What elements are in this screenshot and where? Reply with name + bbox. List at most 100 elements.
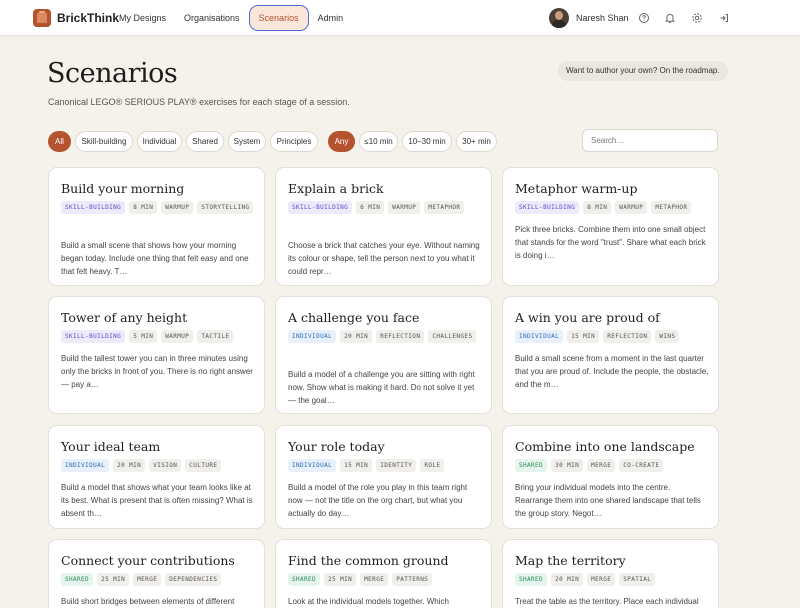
tag-badge: 8 MIN bbox=[583, 201, 612, 214]
card-description: Treat the table as the territory. Place … bbox=[515, 597, 699, 606]
bell-icon[interactable] bbox=[663, 11, 677, 25]
tag-badge: VISION bbox=[149, 459, 182, 472]
scenario-card[interactable]: Metaphor warm-up SKILL-BUILDING 8 MIN WARMU… bbox=[502, 167, 719, 286]
card-description: Build short bridges between elements of … bbox=[61, 597, 235, 606]
brand-home-link[interactable]: BrickThink bbox=[33, 9, 119, 27]
user-name: Naresh Shan bbox=[576, 13, 629, 23]
filter-shared[interactable]: Shared bbox=[186, 131, 224, 152]
category-badge: INDIVIDUAL bbox=[288, 330, 337, 343]
card-description: Look at the individual models together. … bbox=[288, 597, 449, 606]
card-tags: SKILL-BUILDING 5 MIN WARMUP TACTILE bbox=[61, 330, 256, 343]
filter-skill-building[interactable]: Skill-building bbox=[75, 131, 133, 152]
nav-organisations[interactable]: Organisations bbox=[175, 7, 249, 29]
tag-badge: 15 MIN bbox=[340, 459, 373, 472]
tag-badge: 25 MIN bbox=[324, 573, 357, 586]
scenario-card[interactable]: Build your morning SKILL-BUILDING 8 MIN WAR… bbox=[48, 167, 265, 286]
card-title: A win you are proud of bbox=[515, 310, 660, 325]
card-title: Metaphor warm-up bbox=[515, 181, 638, 196]
main-nav: My Designs Organisations Scenarios Admin bbox=[110, 0, 352, 36]
tag-badge: 20 MIN bbox=[551, 573, 584, 586]
category-badge: SKILL-BUILDING bbox=[61, 201, 126, 214]
scenario-card[interactable]: Your role today INDIVIDUAL 15 MIN IDENTITY R… bbox=[275, 425, 492, 529]
tag-badge: MERGE bbox=[360, 573, 389, 586]
card-description: Pick three bricks. Combine them into one… bbox=[515, 225, 706, 260]
avatar bbox=[549, 8, 569, 28]
card-description: Build the tallest tower you can in three… bbox=[61, 354, 253, 389]
roadmap-note: Want to author your own? On the roadmap. bbox=[558, 61, 728, 81]
category-badge: SKILL-BUILDING bbox=[61, 330, 126, 343]
tag-badge: CO-CREATE bbox=[619, 459, 664, 472]
tag-badge: 20 MIN bbox=[113, 459, 146, 472]
card-title: Explain a brick bbox=[288, 181, 384, 196]
card-title: Map the territory bbox=[515, 553, 626, 568]
scenario-card[interactable]: Combine into one landscape SHARED 30 MIN ME… bbox=[502, 425, 719, 529]
nav-my-designs[interactable]: My Designs bbox=[110, 7, 175, 29]
card-description: Bring your individual models into the ce… bbox=[515, 483, 701, 518]
tag-badge: REFLECTION bbox=[376, 330, 425, 343]
tag-badge: MERGE bbox=[133, 573, 162, 586]
filter-individual[interactable]: Individual bbox=[137, 131, 182, 152]
category-badge: SKILL-BUILDING bbox=[515, 201, 580, 214]
tag-badge: 5 MIN bbox=[129, 330, 158, 343]
tag-badge: ROLE bbox=[420, 459, 445, 472]
card-title: Your ideal team bbox=[61, 439, 161, 454]
gear-icon[interactable] bbox=[690, 11, 704, 25]
help-icon[interactable] bbox=[637, 11, 651, 25]
filter-system[interactable]: System bbox=[228, 131, 266, 152]
tag-badge: REFLECTION bbox=[603, 330, 652, 343]
card-tags: INDIVIDUAL 15 MIN REFLECTION WINS bbox=[515, 330, 710, 343]
card-title: A challenge you face bbox=[288, 310, 420, 325]
filter-duration-any[interactable]: Any bbox=[328, 131, 355, 152]
card-title: Find the common ground bbox=[288, 553, 449, 568]
filter-duration-10[interactable]: ≤10 min bbox=[359, 131, 398, 152]
tag-badge: CHALLENGES bbox=[428, 330, 477, 343]
filter-all[interactable]: All bbox=[48, 131, 71, 152]
card-tags: SHARED 30 MIN MERGE CO-CREATE bbox=[515, 459, 710, 472]
card-title: Connect your contributions bbox=[61, 553, 235, 568]
tag-badge: 8 MIN bbox=[129, 201, 158, 214]
tag-badge: WARMUP bbox=[388, 201, 421, 214]
search-input[interactable] bbox=[582, 129, 718, 152]
nav-admin[interactable]: Admin bbox=[309, 7, 353, 29]
category-badge: SKILL-BUILDING bbox=[288, 201, 353, 214]
card-tags: SHARED 25 MIN MERGE DEPENDENCIES bbox=[61, 573, 256, 586]
scenario-card[interactable]: Your ideal team INDIVIDUAL 20 MIN VISION CUL… bbox=[48, 425, 265, 529]
category-badge: INDIVIDUAL bbox=[61, 459, 110, 472]
card-description: Build a small scene that shows how your … bbox=[61, 241, 249, 276]
scenario-card[interactable]: Find the common ground SHARED 25 MIN MERGE P… bbox=[275, 539, 492, 608]
card-tags: SKILL-BUILDING 6 MIN WARMUP METAPHOR bbox=[288, 201, 483, 214]
tag-badge: 6 MIN bbox=[356, 201, 385, 214]
card-tags: SHARED 20 MIN MERGE SPATIAL bbox=[515, 573, 710, 586]
tag-badge: MERGE bbox=[587, 459, 616, 472]
nav-scenarios[interactable]: Scenarios bbox=[248, 5, 309, 31]
scenario-card[interactable]: Explain a brick SKILL-BUILDING 6 MIN WARMUP… bbox=[275, 167, 492, 286]
category-badge: INDIVIDUAL bbox=[288, 459, 337, 472]
tag-badge: WARMUP bbox=[161, 330, 194, 343]
card-description: Build a small scene from a moment in the… bbox=[515, 354, 709, 389]
scenario-card[interactable]: Map the territory SHARED 20 MIN MERGE SPATIA… bbox=[502, 539, 719, 608]
tag-badge: 25 MIN bbox=[97, 573, 130, 586]
filter-duration-10-30[interactable]: 10–30 min bbox=[402, 131, 452, 152]
tag-badge: SPATIAL bbox=[619, 573, 656, 586]
scenario-card[interactable]: Connect your contributions SHARED 25 MIN ME… bbox=[48, 539, 265, 608]
scenario-card[interactable]: Tower of any height SKILL-BUILDING 5 MIN WA… bbox=[48, 296, 265, 414]
tag-badge: WINS bbox=[655, 330, 680, 343]
page-title: Scenarios bbox=[47, 58, 178, 89]
tag-badge: STORYTELLING bbox=[197, 201, 254, 214]
tag-badge: DEPENDENCIES bbox=[165, 573, 222, 586]
scenario-card[interactable]: A win you are proud of INDIVIDUAL 15 MIN RE… bbox=[502, 296, 719, 414]
user-menu[interactable]: Naresh Shan bbox=[549, 8, 629, 28]
scenario-card[interactable]: A challenge you face INDIVIDUAL 20 MIN REFL… bbox=[275, 296, 492, 414]
brick-logo-icon bbox=[33, 9, 51, 27]
top-bar: BrickThink My Designs Organisations Scen… bbox=[0, 0, 800, 36]
filter-duration-30plus[interactable]: 30+ min bbox=[456, 131, 497, 152]
card-tags: SHARED 25 MIN MERGE PATTERNS bbox=[288, 573, 483, 586]
tag-badge: 30 MIN bbox=[551, 459, 584, 472]
filter-principles[interactable]: Principles bbox=[270, 131, 318, 152]
card-description: Build a model that shows what your team … bbox=[61, 483, 253, 518]
category-badge: SHARED bbox=[515, 573, 548, 586]
card-title: Tower of any height bbox=[61, 310, 188, 325]
page-subtitle: Canonical LEGO® SERIOUS PLAY® exercises … bbox=[48, 97, 350, 107]
card-tags: SKILL-BUILDING 8 MIN WARMUP METAPHOR bbox=[515, 201, 710, 214]
logout-icon[interactable] bbox=[717, 11, 731, 25]
